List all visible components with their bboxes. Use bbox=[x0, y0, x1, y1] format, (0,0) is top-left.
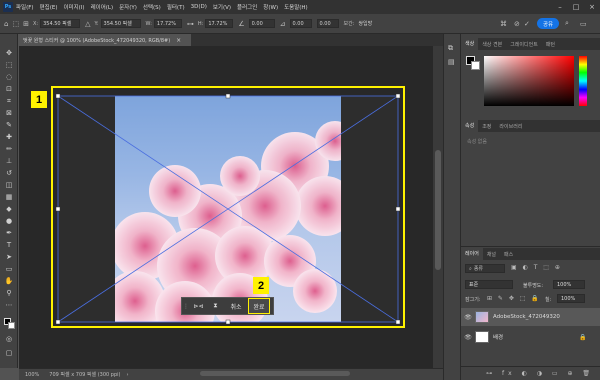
panel-divider bbox=[461, 246, 600, 247]
tab-color[interactable]: 색상 bbox=[461, 38, 479, 50]
panel-icon-column: ⧉ ▤ bbox=[443, 34, 461, 380]
share-button[interactable]: 공유 bbox=[537, 18, 559, 29]
transform-handle[interactable] bbox=[55, 206, 61, 212]
tab-gradients[interactable]: 그레이디언트 bbox=[506, 41, 542, 50]
tab-paths[interactable]: 패스 bbox=[500, 251, 517, 260]
lock-label: 잠그기: bbox=[465, 297, 481, 303]
search-icon: ⌕ bbox=[469, 265, 472, 272]
lock-icon: 🔒 bbox=[579, 333, 587, 341]
layer-row[interactable]: 👁 AdobeStock_472049320 bbox=[461, 308, 600, 326]
status-arrow-icon[interactable]: › bbox=[126, 372, 128, 378]
layers-footer-icons[interactable]: ⊶ fx ◐ ◑ ▭ ⊕ 🗑 bbox=[461, 366, 600, 380]
layer-filter-select[interactable]: ⌕ 종류 bbox=[465, 264, 505, 273]
tab-libraries[interactable]: 라이브러리 bbox=[495, 123, 526, 132]
maximize-icon[interactable]: □ bbox=[568, 0, 584, 14]
layers-panel-tabs: 레이어 채널 패스 bbox=[461, 248, 600, 260]
tab-adjustments[interactable]: 조정 bbox=[478, 123, 495, 132]
tab-swatches[interactable]: 색상 견본 bbox=[478, 41, 506, 50]
fill-label: 칠: bbox=[545, 297, 552, 303]
layer-filter-label: 종류 bbox=[473, 266, 484, 272]
tab-channels[interactable]: 채널 bbox=[483, 251, 500, 260]
transform-handle[interactable] bbox=[225, 93, 231, 99]
document-info[interactable]: 709 픽셀 x 709 픽셀 (300 ppi) bbox=[49, 371, 120, 378]
transform-handle[interactable] bbox=[55, 319, 61, 325]
cancel-button[interactable]: 취소 bbox=[224, 298, 248, 314]
blend-mode-select[interactable]: 표준 bbox=[465, 280, 513, 289]
opacity-label: 불투명도: bbox=[523, 283, 544, 289]
transform-handle[interactable] bbox=[55, 93, 61, 99]
tab-properties[interactable]: 속성 bbox=[461, 120, 479, 132]
commit-button[interactable]: 완료 bbox=[248, 298, 270, 314]
step-marker-1: 1 bbox=[31, 91, 47, 108]
lock-icons[interactable]: ⊞ ✎ ✥ ⬚ 🔒 bbox=[487, 295, 541, 302]
properties-empty-text: 속성 없음 bbox=[467, 139, 487, 145]
color-panel-tabs: 색상 색상 견본 그레이디언트 패턴 bbox=[461, 38, 600, 50]
layer-name[interactable]: 배경 bbox=[493, 333, 503, 341]
fill-input[interactable]: 100% bbox=[557, 294, 585, 303]
horizontal-scroll-thumb[interactable] bbox=[200, 371, 350, 376]
flip-vertical-icon[interactable]: ⧗ bbox=[207, 298, 224, 314]
transform-handle[interactable] bbox=[395, 319, 401, 325]
minimize-icon[interactable]: – bbox=[552, 0, 568, 14]
comments-panel-icon[interactable]: ▤ bbox=[448, 58, 455, 66]
layer-thumbnail bbox=[475, 311, 489, 323]
zoom-level[interactable]: 100% bbox=[25, 372, 39, 378]
layer-name[interactable]: AdobeStock_472049320 bbox=[493, 314, 560, 320]
workspace-icon[interactable]: ▭ bbox=[580, 20, 587, 28]
background-swatch[interactable] bbox=[471, 61, 480, 70]
properties-panel-tabs: 속성 조정 라이브러리 bbox=[461, 120, 600, 132]
opacity-input[interactable]: 100% bbox=[553, 280, 585, 289]
grip-icon[interactable]: ⋮ bbox=[182, 298, 190, 314]
transform-handle[interactable] bbox=[395, 93, 401, 99]
tab-layers[interactable]: 레이어 bbox=[461, 248, 483, 260]
transform-handle[interactable] bbox=[395, 206, 401, 212]
cancel-transform-icon[interactable]: ⊘ bbox=[514, 20, 520, 28]
layer-filter-icons[interactable]: ▣ ◐ T ⬚ ⊕ bbox=[511, 264, 562, 271]
hue-slider[interactable] bbox=[579, 56, 587, 106]
flip-horizontal-icon[interactable]: ⊳⊲ bbox=[190, 298, 207, 314]
history-panel-icon[interactable]: ⧉ bbox=[448, 44, 453, 53]
layer-row[interactable]: 👁 배경 🔒 bbox=[461, 328, 600, 346]
eye-icon[interactable]: 👁 bbox=[461, 314, 475, 321]
step-marker-2: 2 bbox=[253, 277, 269, 294]
layer-thumbnail bbox=[475, 331, 489, 343]
commit-transform-icon[interactable]: ✓ bbox=[524, 20, 530, 28]
contextual-transform-bar: ⋮ ⊳⊲ ⧗ 취소 완료 bbox=[181, 297, 274, 315]
eye-icon[interactable]: 👁 bbox=[461, 334, 475, 341]
tab-patterns[interactable]: 패턴 bbox=[542, 41, 559, 50]
warp-icon[interactable]: ⌘ bbox=[500, 20, 507, 28]
search-icon[interactable]: ⌕ bbox=[565, 19, 569, 28]
color-picker-field[interactable] bbox=[484, 56, 574, 106]
transform-handle[interactable] bbox=[225, 319, 231, 325]
close-window-icon[interactable]: × bbox=[584, 0, 600, 14]
